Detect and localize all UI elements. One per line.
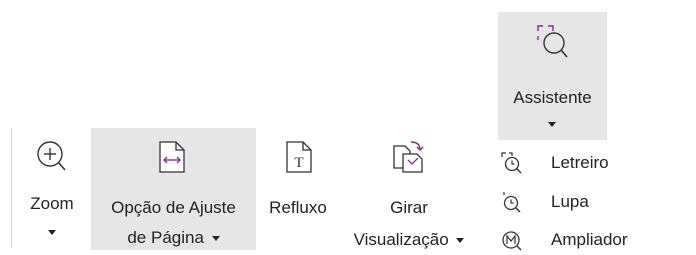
- menu-item-magnifier[interactable]: Ampliador: [500, 226, 690, 254]
- fit-page-dropdown-caret: [211, 236, 220, 242]
- zoom-button[interactable]: Zoom: [16, 128, 88, 246]
- fit-page-label-line2: de Página: [127, 228, 204, 247]
- assistant-icon: [536, 24, 570, 60]
- rotate-view-icon: [391, 138, 425, 174]
- zoom-dropdown-caret: [48, 224, 56, 242]
- rotate-view-label-line1: Girar: [390, 198, 428, 217]
- loupe-icon: [501, 191, 523, 213]
- fit-page-icon: [156, 140, 188, 174]
- assistant-dropdown-caret: [548, 116, 556, 134]
- fit-page-label-line1: Opção de Ajuste: [111, 198, 236, 217]
- menu-item-marquee[interactable]: Letreiro: [500, 149, 690, 177]
- assistant-label: Assistente: [513, 88, 592, 107]
- rotate-view-dropdown-caret: [456, 238, 465, 244]
- zoom-label: Zoom: [30, 194, 74, 213]
- rotate-view-label-line2: Visualização: [353, 230, 449, 249]
- reflow-icon: T: [283, 140, 315, 174]
- fit-page-label-line2-wrap: de Página: [91, 228, 256, 248]
- menu-item-marquee-label: Letreiro: [551, 153, 609, 172]
- menu-item-magnifier-label: Ampliador: [551, 230, 628, 249]
- reflow-label: Refluxo: [269, 198, 327, 217]
- magnifier-icon: [501, 229, 523, 251]
- menu-item-loupe-label: Lupa: [551, 192, 589, 211]
- rotate-view-button[interactable]: Girar Visualização: [343, 128, 475, 249]
- svg-text:T: T: [294, 155, 303, 171]
- zoom-icon: [36, 140, 68, 174]
- reflow-button[interactable]: T Refluxo: [259, 128, 337, 246]
- assistant-button[interactable]: Assistente: [498, 12, 607, 140]
- menu-item-loupe[interactable]: Lupa: [500, 188, 690, 216]
- ribbon-separator: [11, 128, 12, 248]
- fit-page-option-button[interactable]: Opção de Ajuste de Página: [91, 128, 256, 250]
- rotate-view-label-line2-wrap: Visualização: [343, 230, 475, 250]
- marquee-zoom-icon: [501, 152, 523, 174]
